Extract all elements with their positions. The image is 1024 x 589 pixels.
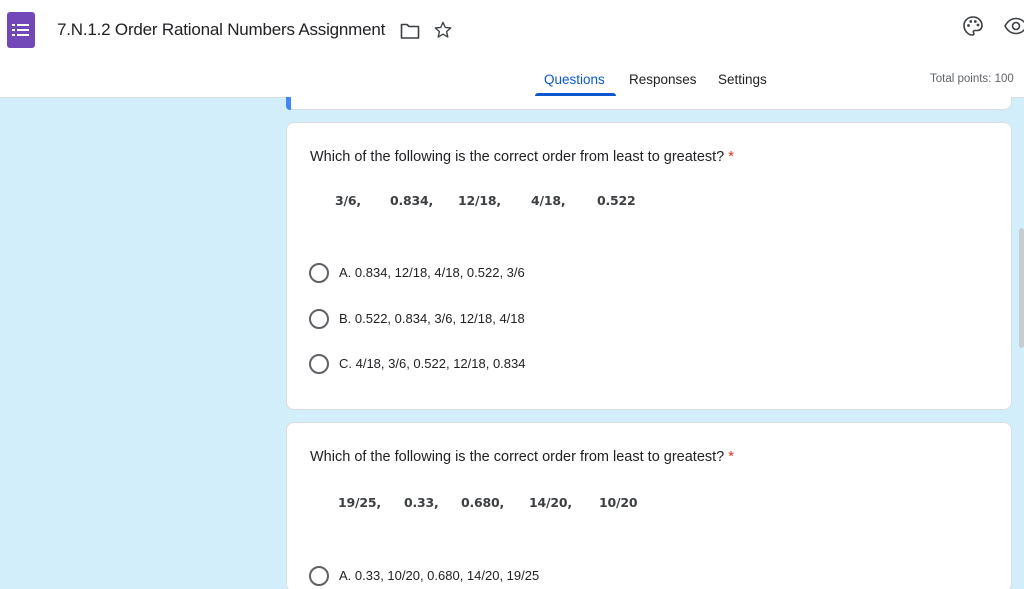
folder-icon[interactable] bbox=[400, 22, 420, 40]
required-asterisk: * bbox=[728, 149, 734, 165]
forms-app-icon[interactable] bbox=[7, 12, 35, 48]
question-number-item: 3/6, bbox=[335, 193, 361, 208]
app-header: 7.N.1.2 Order Rational Numbers Assignmen… bbox=[0, 0, 1024, 98]
question-title: Which of the following is the correct or… bbox=[310, 449, 734, 465]
question-text: Which of the following is the correct or… bbox=[310, 149, 725, 165]
radio-button[interactable] bbox=[309, 309, 329, 329]
selected-card-indicator bbox=[286, 97, 291, 110]
radio-button[interactable] bbox=[309, 566, 329, 586]
question-number-item: 0.522 bbox=[597, 193, 636, 208]
question-number-item: 0.834, bbox=[390, 193, 434, 208]
question-card[interactable]: Which of the following is the correct or… bbox=[286, 122, 1012, 410]
question-number-item: 19/25, bbox=[338, 495, 381, 510]
question-text: Which of the following is the correct or… bbox=[310, 449, 725, 465]
active-tab-indicator bbox=[535, 93, 616, 96]
radio-button[interactable] bbox=[309, 354, 329, 374]
question-title: Which of the following is the correct or… bbox=[310, 149, 734, 165]
required-asterisk: * bbox=[728, 449, 734, 465]
question-number-item: 0.680, bbox=[461, 495, 505, 510]
question-number-item: 12/18, bbox=[458, 193, 501, 208]
preview-eye-icon[interactable] bbox=[1004, 15, 1024, 37]
question-number-item: 10/20 bbox=[599, 495, 638, 510]
question-number-item: 14/20, bbox=[529, 495, 572, 510]
tab-questions[interactable]: Questions bbox=[544, 72, 605, 87]
previous-question-card[interactable] bbox=[286, 97, 1012, 110]
star-icon[interactable] bbox=[433, 20, 453, 40]
tab-settings[interactable]: Settings bbox=[718, 72, 767, 87]
radio-button[interactable] bbox=[309, 263, 329, 283]
question-number-item: 4/18, bbox=[531, 193, 566, 208]
scrollbar-thumb[interactable] bbox=[1019, 228, 1024, 348]
form-title[interactable]: 7.N.1.2 Order Rational Numbers Assignmen… bbox=[57, 20, 385, 40]
question-number-item: 0.33, bbox=[404, 495, 439, 510]
option-label: A. 0.33, 10/20, 0.680, 14/20, 19/25 bbox=[339, 568, 540, 583]
question-card[interactable]: Which of the following is the correct or… bbox=[286, 422, 1012, 589]
palette-icon[interactable] bbox=[961, 14, 985, 38]
tab-responses[interactable]: Responses bbox=[629, 72, 697, 87]
option-label: C. 4/18, 3/6, 0.522, 12/18, 0.834 bbox=[339, 356, 526, 371]
option-label: A. 0.834, 12/18, 4/18, 0.522, 3/6 bbox=[339, 265, 525, 280]
total-points-label: Total points: 100 bbox=[930, 73, 1014, 85]
option-label: B. 0.522, 0.834, 3/6, 12/18, 4/18 bbox=[339, 311, 525, 326]
